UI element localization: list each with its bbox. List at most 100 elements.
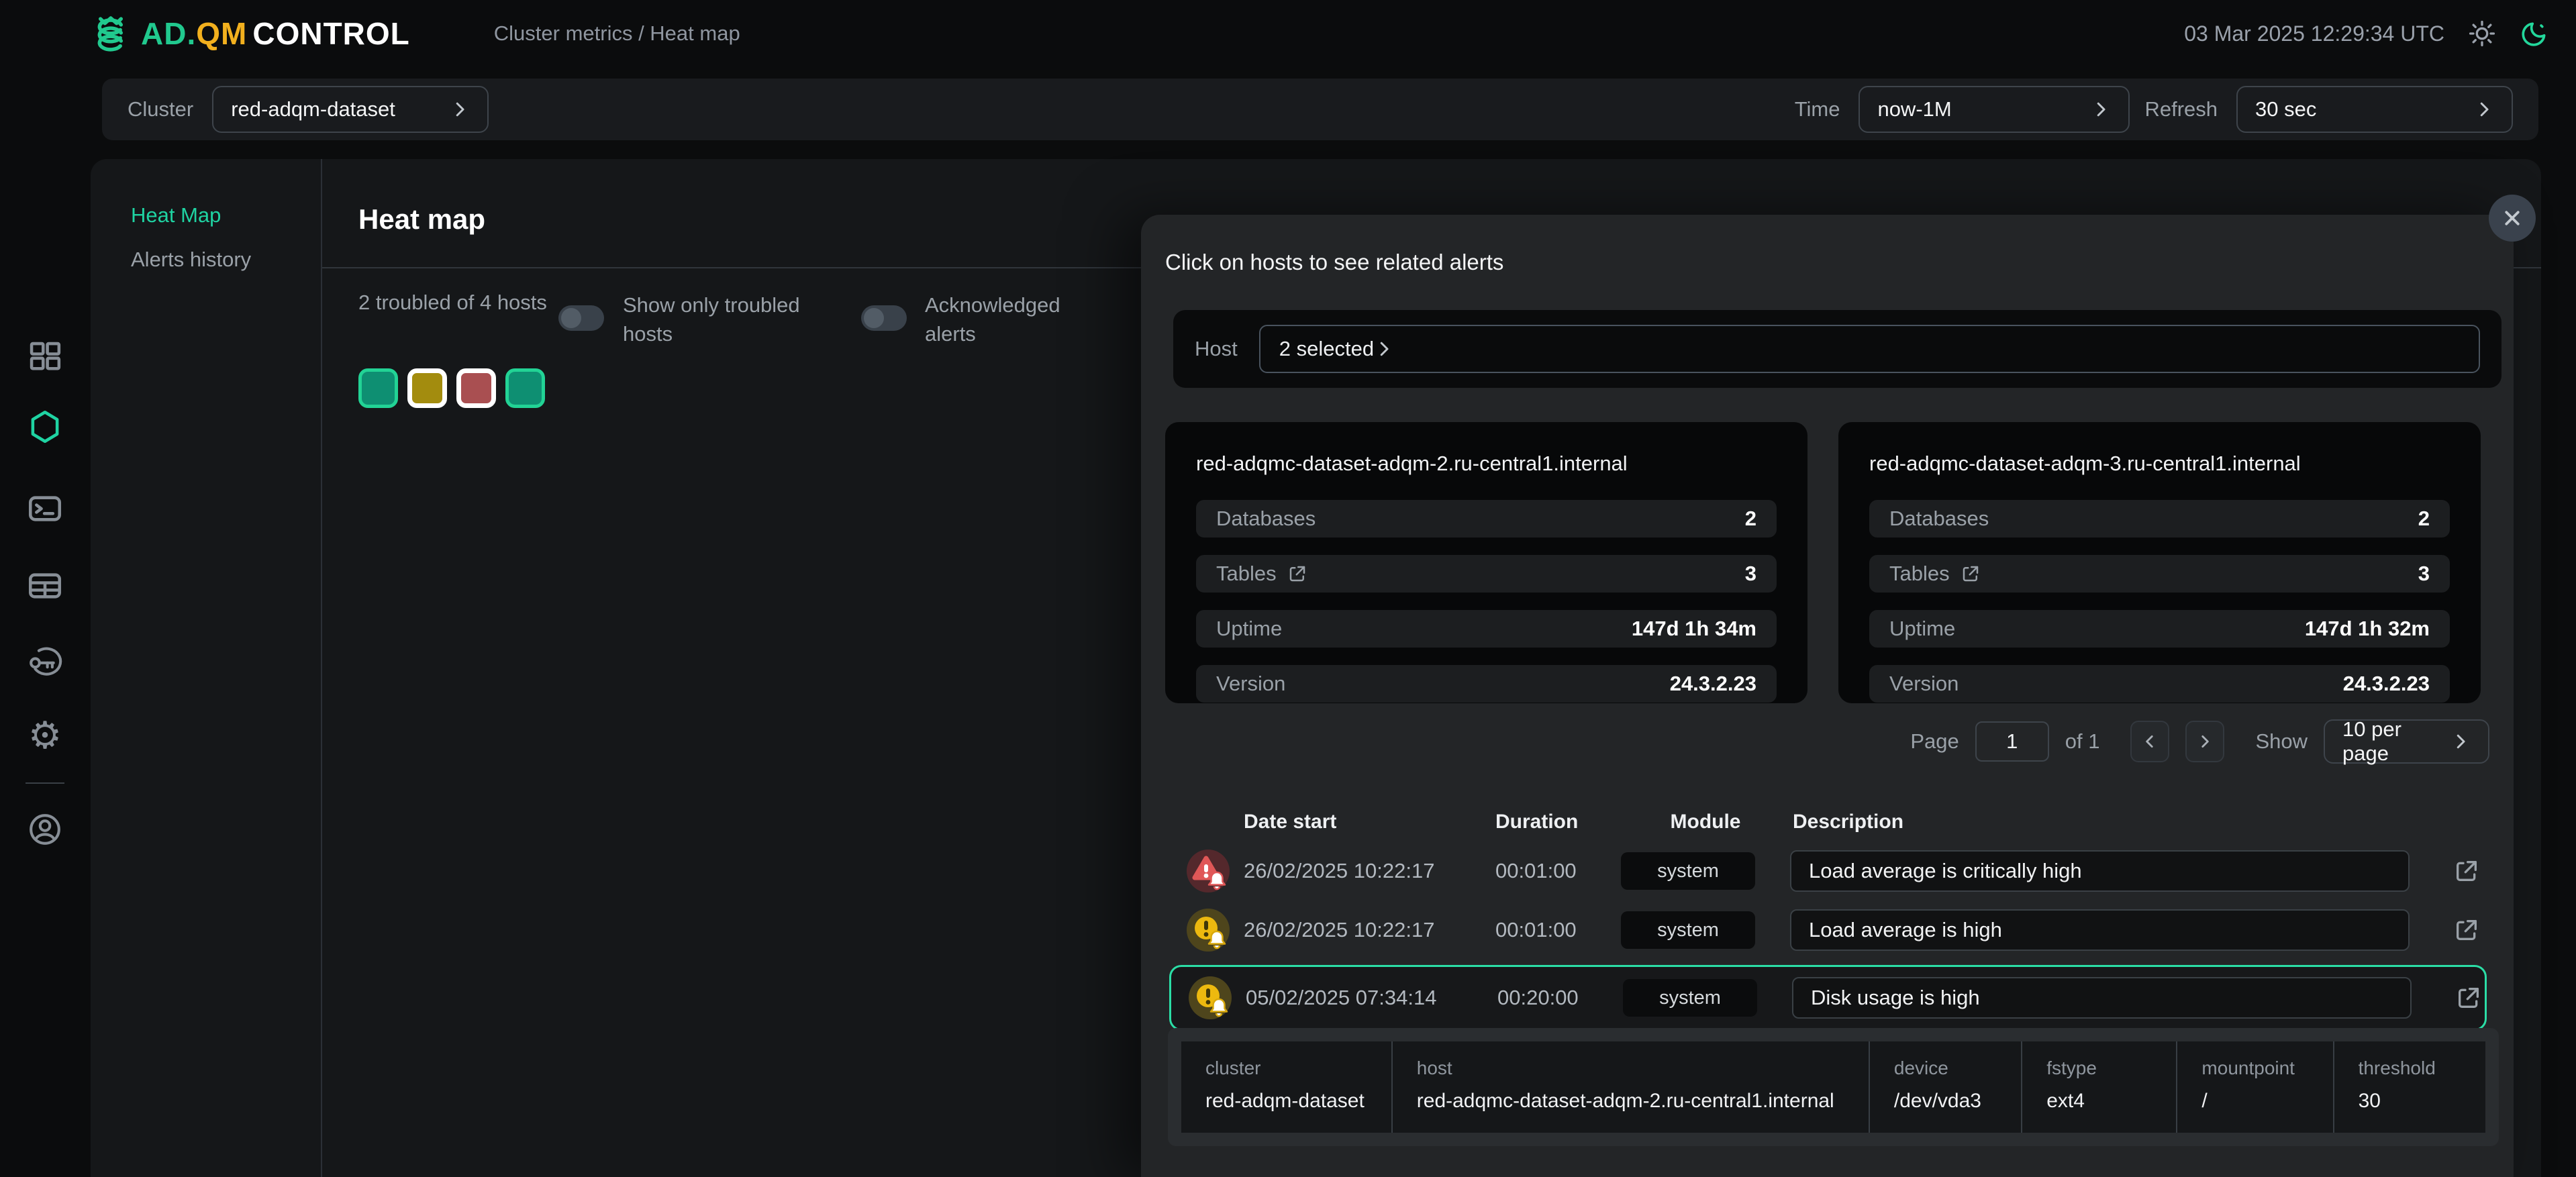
alert-external-link-icon[interactable] [2453, 917, 2480, 943]
alert-date: 05/02/2025 07:34:14 [1246, 986, 1497, 1010]
user-profile-icon[interactable] [26, 810, 64, 849]
detail-label: cluster [1205, 1058, 1391, 1079]
host-card: red-adqmc-dataset-adqm-2.ru-central1.int… [1165, 422, 1807, 703]
alert-row[interactable]: 26/02/2025 10:22:17 00:01:00 system Load… [1169, 841, 2487, 901]
host-multiselect[interactable]: 2 selected [1259, 325, 2480, 373]
col-module: Module [1621, 811, 1790, 833]
acknowledged-alerts-toggle[interactable] [861, 305, 907, 331]
host-card-row: Uptime 147d 1h 32m [1869, 610, 2450, 648]
selected-alert-row[interactable]: 05/02/2025 07:34:14 00:20:00 system Disk… [1169, 965, 2487, 1031]
dashboard-icon[interactable] [26, 338, 64, 376]
card-row-label: Uptime [1216, 617, 1282, 641]
dark-theme-icon[interactable] [2520, 19, 2549, 48]
card-row-label: Databases [1216, 507, 1316, 531]
access-key-icon[interactable] [26, 642, 64, 681]
host-square-ok[interactable] [505, 368, 545, 408]
host-card: red-adqmc-dataset-adqm-3.ru-central1.int… [1838, 422, 2481, 703]
alert-date: 26/02/2025 10:22:17 [1244, 918, 1495, 942]
refresh-label: Refresh [2144, 97, 2218, 121]
host-square-ok[interactable] [358, 368, 398, 408]
chevron-left-icon [2141, 733, 2159, 750]
card-row-label: Tables [1889, 562, 1950, 586]
settings-gear-icon[interactable]: ⚙ [26, 716, 64, 755]
card-row-value: 2 [2418, 507, 2430, 531]
page-number-input[interactable] [1975, 721, 2049, 762]
alert-row[interactable]: 26/02/2025 10:22:17 00:01:00 system Load… [1169, 901, 2487, 960]
alert-module-badge: system [1621, 852, 1755, 890]
card-row-label: Databases [1889, 507, 1989, 531]
detail-column-cluster: cluster red-adqm-dataset [1181, 1041, 1393, 1133]
light-theme-icon[interactable] [2467, 19, 2497, 48]
terminal-icon[interactable] [26, 489, 64, 528]
detail-column-device: device /dev/vda3 [1870, 1041, 2022, 1133]
critical-alert-icon [1187, 850, 1230, 892]
show-label: Show [2255, 729, 2308, 754]
alerts-table-header: Date start Duration Module Description [1169, 803, 2487, 841]
close-drawer-button[interactable] [2489, 195, 2536, 242]
alert-row[interactable]: 05/02/2025 07:34:14 00:20:00 system Disk… [1171, 968, 2482, 1027]
col-duration: Duration [1495, 811, 1621, 833]
card-row-label: Version [1889, 672, 1959, 696]
host-card-row: Databases 2 [1869, 500, 2450, 538]
alert-module-badge: system [1621, 911, 1755, 949]
host-card-title: red-adqmc-dataset-adqm-2.ru-central1.int… [1196, 452, 1777, 476]
show-troubled-label: Show only troubled hosts [623, 291, 818, 348]
chevron-right-icon [2196, 733, 2214, 750]
time-label: Time [1795, 97, 1840, 121]
card-row-label: Uptime [1889, 617, 1955, 641]
col-description: Description [1790, 811, 2438, 833]
app-logo[interactable]: AD.QMCONTROL [87, 10, 410, 57]
card-row-value: 3 [1745, 562, 1756, 586]
card-row-value: 24.3.2.23 [1670, 672, 1756, 696]
drawer-title: Click on hosts to see related alerts [1165, 250, 1503, 275]
detail-value: ext4 [2046, 1090, 2176, 1113]
detail-value: red-adqm-dataset [1205, 1090, 1391, 1113]
alert-external-link-icon[interactable] [2455, 984, 2482, 1011]
alerts-table: Date start Duration Module Description 2… [1169, 803, 2487, 1031]
per-page-select[interactable]: 10 per page [2324, 719, 2489, 764]
card-row-label: Tables [1216, 562, 1277, 586]
host-multiselect-value: 2 selected [1279, 337, 1374, 361]
next-page-button[interactable] [2185, 721, 2224, 762]
detail-value: 30 [2359, 1090, 2485, 1113]
chevron-right-icon [450, 99, 470, 119]
host-filter-row: Host 2 selected [1173, 310, 2501, 388]
host-square-critical-selected[interactable] [456, 368, 496, 408]
detail-label: mountpoint [2201, 1058, 2332, 1079]
prev-page-button[interactable] [2130, 721, 2169, 762]
tables-external-link-icon[interactable] [1287, 564, 1307, 584]
nav-item-heat-map[interactable]: Heat Map [131, 203, 221, 227]
show-troubled-toggle[interactable] [558, 305, 604, 331]
warning-alert-icon [1189, 976, 1232, 1019]
alert-description: Load average is high [1790, 909, 2410, 951]
refresh-select-value: 30 sec [2255, 97, 2474, 121]
alert-duration: 00:20:00 [1497, 986, 1623, 1010]
cluster-hexagon-icon[interactable] [26, 407, 64, 446]
alert-description: Load average is critically high [1790, 850, 2410, 892]
chevron-right-icon [1374, 339, 1394, 359]
per-page-value: 10 per page [2342, 717, 2450, 766]
alert-external-link-icon[interactable] [2453, 858, 2480, 884]
time-select-value: now-1M [1877, 97, 2091, 121]
detail-value: /dev/vda3 [1894, 1090, 2021, 1113]
page-title: Heat map [358, 203, 485, 236]
host-cards: red-adqmc-dataset-adqm-2.ru-central1.int… [1165, 422, 2481, 703]
detail-label: threshold [2359, 1058, 2485, 1079]
alert-date: 26/02/2025 10:22:17 [1244, 859, 1495, 883]
card-row-value: 3 [2418, 562, 2430, 586]
time-select[interactable]: now-1M [1859, 86, 2130, 133]
card-row-value: 2 [1745, 507, 1756, 531]
host-card-row: Uptime 147d 1h 34m [1196, 610, 1777, 648]
cluster-select-value: red-adqm-dataset [231, 97, 450, 121]
alert-detail-table: cluster red-adqm-dataset host red-adqmc-… [1181, 1041, 2485, 1133]
card-row-value: 147d 1h 32m [2305, 617, 2430, 641]
tables-external-link-icon[interactable] [1961, 564, 1981, 584]
cluster-select[interactable]: red-adqm-dataset [212, 86, 489, 133]
icon-rail: ⚙ [0, 159, 91, 1177]
host-square-warning-selected[interactable] [407, 368, 447, 408]
tables-icon[interactable] [26, 566, 64, 605]
card-row-value: 147d 1h 34m [1632, 617, 1756, 641]
detail-label: fstype [2046, 1058, 2176, 1079]
nav-item-alerts-history[interactable]: Alerts history [131, 248, 251, 272]
refresh-select[interactable]: 30 sec [2236, 86, 2513, 133]
